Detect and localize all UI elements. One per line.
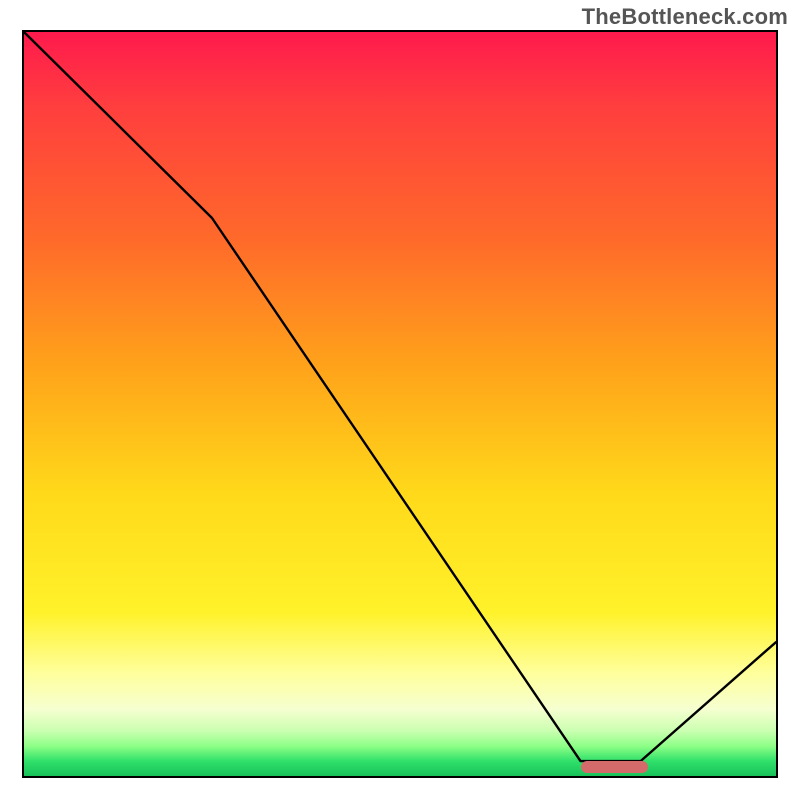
curve-svg xyxy=(24,32,776,776)
plot-area xyxy=(22,30,778,778)
bottleneck-curve xyxy=(24,32,776,761)
chart-stage: TheBottleneck.com xyxy=(0,0,800,800)
watermark-text: TheBottleneck.com xyxy=(582,4,788,30)
optimal-range-marker xyxy=(581,761,649,773)
